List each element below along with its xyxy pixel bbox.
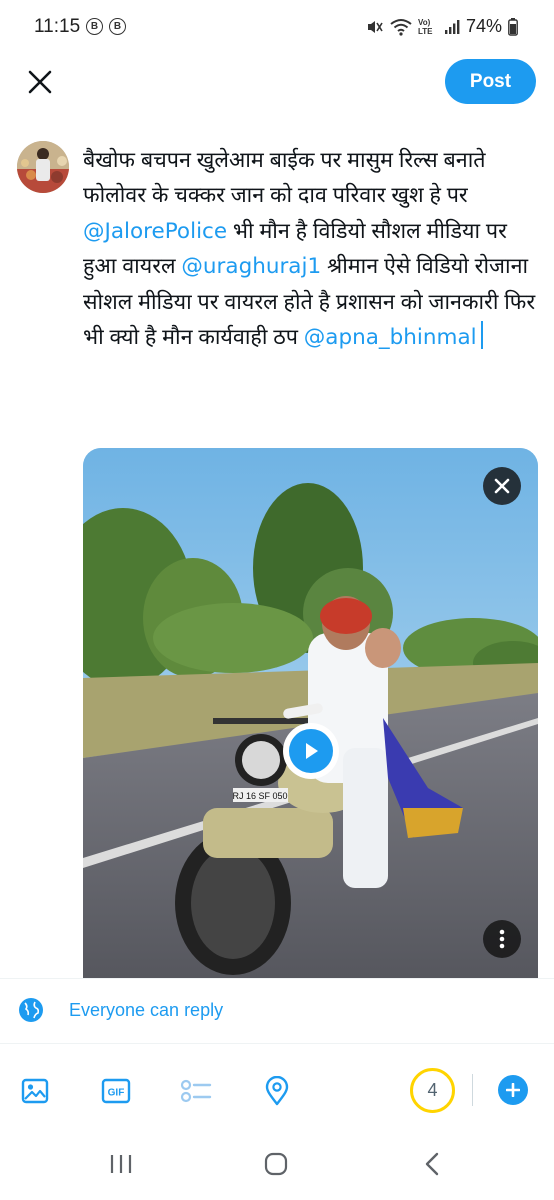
divider <box>472 1074 473 1106</box>
gif-label: GIF <box>108 1088 125 1099</box>
notification-badge-icon: B <box>86 18 103 35</box>
signal-icon <box>444 19 460 34</box>
notification-badge-icon: B <box>109 18 126 35</box>
play-button[interactable] <box>283 723 339 779</box>
volte-label: Vo) LTE <box>417 17 433 36</box>
plus-icon <box>506 1083 520 1097</box>
status-time: 11:15 <box>34 16 81 37</box>
media-options-button[interactable] <box>483 920 521 958</box>
gif-icon: GIF <box>101 1078 131 1104</box>
mention-link[interactable]: @uraghuraj1 <box>181 254 321 279</box>
mute-icon <box>367 20 383 33</box>
location-icon <box>265 1076 289 1106</box>
globe-icon <box>19 998 43 1022</box>
add-location-button[interactable] <box>260 1074 294 1108</box>
license-plate: RJ 16 SF 050 <box>232 791 287 801</box>
avatar[interactable] <box>17 141 69 193</box>
add-poll-button <box>179 1074 213 1108</box>
recents-button[interactable] <box>101 1148 141 1180</box>
tweet-text-segment: बैखोफ बचपन खुलेआम बाईक पर मासुम रिल्स बन… <box>83 148 486 209</box>
status-indicators: Vo) LTE 74% <box>366 16 518 37</box>
add-image-button[interactable] <box>18 1074 52 1108</box>
tweet-text-input[interactable]: बैखोफ बचपन खुलेआम बाईक पर मासुम रिल्स बन… <box>83 143 538 355</box>
character-counter: 4 <box>410 1068 455 1113</box>
system-nav-bar <box>0 1128 554 1200</box>
close-button[interactable] <box>22 64 58 100</box>
wifi-icon <box>390 18 412 36</box>
close-icon <box>28 70 52 94</box>
video-thumbnail: RJ 16 SF 050 <box>83 448 538 978</box>
remove-media-button[interactable] <box>483 467 521 505</box>
text-cursor <box>480 321 483 350</box>
mention-link[interactable]: @apna_bhinmal <box>304 325 477 350</box>
battery-percent: 74% <box>465 16 502 36</box>
back-button[interactable] <box>412 1148 452 1180</box>
avatar-image <box>17 141 69 193</box>
play-icon <box>306 743 318 759</box>
recents-icon <box>110 1155 132 1173</box>
battery-icon <box>508 17 518 36</box>
more-vertical-icon <box>499 929 505 949</box>
divider <box>0 978 554 979</box>
reply-settings-label: Everyone can reply <box>69 999 224 1020</box>
post-button[interactable]: Post <box>445 59 536 104</box>
close-icon <box>494 478 510 494</box>
add-gif-button[interactable]: GIF <box>99 1074 133 1108</box>
status-bar: 11:15 B B Vo) LTE 74% <box>0 0 554 54</box>
home-icon <box>264 1152 288 1176</box>
mention-link[interactable]: @JalorePolice <box>83 219 227 244</box>
reply-settings-button[interactable]: Everyone can reply <box>18 997 223 1023</box>
back-icon <box>425 1152 439 1176</box>
image-icon <box>21 1078 49 1104</box>
add-thread-button[interactable] <box>498 1075 528 1105</box>
divider <box>0 1043 554 1044</box>
poll-icon <box>180 1079 212 1103</box>
home-button[interactable] <box>256 1148 296 1180</box>
media-attachment[interactable]: RJ 16 SF 050 <box>83 448 538 978</box>
